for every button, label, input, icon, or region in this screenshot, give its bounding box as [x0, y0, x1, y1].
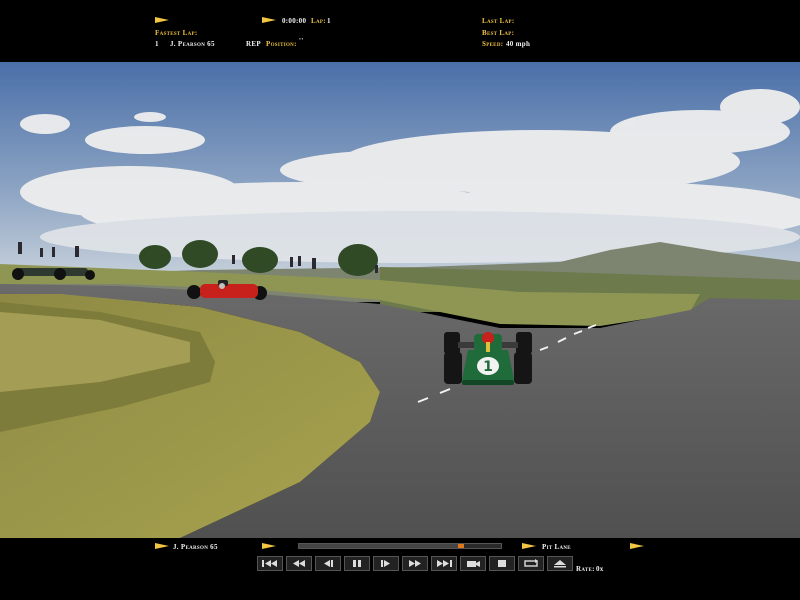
best-lap-label: Best Lap:	[482, 29, 515, 37]
loop-button[interactable]	[518, 556, 544, 571]
race-scene: 1	[0, 62, 800, 538]
stop-icon	[498, 560, 506, 567]
pit-lane-label[interactable]: Pit Lane	[542, 543, 571, 551]
pennant-icon	[262, 17, 276, 23]
driver-name: J. Pearson 65	[170, 40, 215, 48]
step-back-button[interactable]	[315, 556, 341, 571]
skip-end-button[interactable]	[431, 556, 457, 571]
camera-icon	[467, 561, 480, 567]
replay-progress-fill	[299, 544, 461, 548]
pennant-icon	[262, 543, 276, 549]
replay-driver-name[interactable]: J. Pearson 65	[173, 543, 218, 551]
fast-forward-icon	[409, 560, 421, 567]
camera-button[interactable]	[460, 556, 486, 571]
pennant-icon	[155, 543, 169, 549]
lap-label: Lap:	[311, 17, 326, 25]
eject-icon	[554, 560, 566, 568]
replay-scrub-handle[interactable]	[457, 544, 464, 548]
skip-start-icon	[262, 560, 277, 567]
play-icon	[381, 560, 390, 567]
fast-rewind-button[interactable]	[286, 556, 312, 571]
replay-progress-bar[interactable]	[298, 543, 502, 549]
lap-value: 1	[327, 17, 331, 25]
skip-end-icon	[437, 560, 452, 567]
speed-value: 40 mph	[506, 40, 531, 48]
rewind-to-start-button[interactable]	[257, 556, 283, 571]
fastest-lap-label: Fastest Lap:	[155, 29, 198, 37]
fast-forward-button[interactable]	[402, 556, 428, 571]
position-value: ''	[299, 37, 304, 45]
rate-label: Rate:	[576, 565, 595, 573]
position-label: Position:	[266, 40, 297, 48]
track-view: 1	[0, 62, 800, 538]
rep-label: REP	[246, 40, 261, 48]
car-green-number-1: 1	[444, 332, 532, 385]
driver-position-number: 1	[155, 40, 159, 48]
pennant-icon	[155, 17, 169, 23]
loop-icon	[524, 559, 538, 567]
pause-button[interactable]	[344, 556, 370, 571]
pennant-icon	[630, 543, 644, 549]
rate-value: 0x	[596, 565, 604, 573]
top-hud: Fastest Lap: 1 J. Pearson 65 0:00:00 Lap…	[0, 0, 800, 62]
pennant-icon	[522, 543, 536, 549]
pause-icon	[353, 560, 361, 567]
speed-label: Speed:	[482, 40, 504, 48]
last-lap-label: Last Lap:	[482, 17, 515, 25]
play-button[interactable]	[373, 556, 399, 571]
eject-button[interactable]	[547, 556, 573, 571]
fast-rewind-icon	[293, 560, 305, 567]
stop-button[interactable]	[489, 556, 515, 571]
svg-text:1: 1	[483, 359, 493, 375]
race-time: 0:00:00	[282, 17, 307, 25]
step-back-icon	[324, 560, 333, 567]
